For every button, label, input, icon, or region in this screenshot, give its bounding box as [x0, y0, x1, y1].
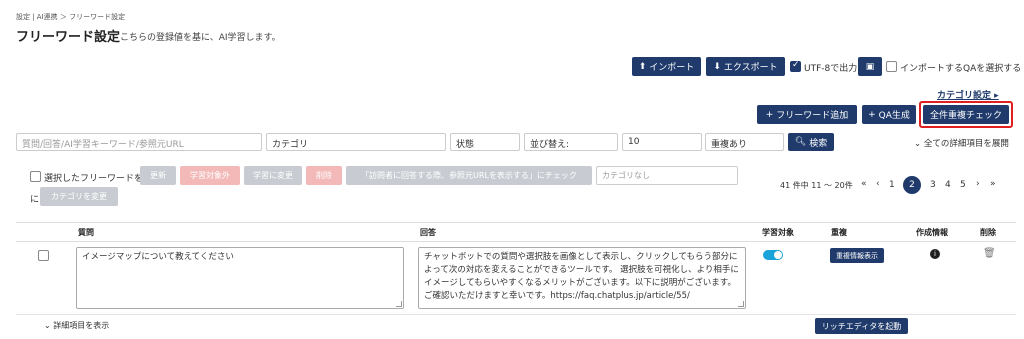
dup-info-button[interactable]: 重複情報表示 — [830, 248, 884, 263]
utf8-checkbox[interactable] — [790, 60, 801, 72]
utf8-label: UTF-8で出力 — [804, 64, 858, 74]
users-button[interactable]: ▣ — [858, 57, 882, 76]
add-freeword-button[interactable]: + フリーワード追加 — [757, 105, 857, 124]
rich-editor-button[interactable]: リッチエディタを起動 — [815, 318, 908, 334]
col-created-header: 作成情報 — [916, 228, 948, 237]
plus-icon: + — [868, 109, 876, 120]
first-page-link[interactable]: « — [861, 179, 867, 189]
change-category-button[interactable]: カテゴリを変更 — [40, 187, 118, 206]
bulk-label: 選択したフリーワードを — [44, 174, 144, 184]
last-page-link[interactable]: » — [990, 179, 996, 189]
resize-handle[interactable] — [738, 301, 744, 307]
next-page-link[interactable]: › — [976, 179, 980, 189]
users-icon: ▣ — [865, 61, 875, 72]
page-link-1[interactable]: 1 — [889, 180, 895, 190]
search-button[interactable]: 🔍︎ 検索 — [788, 133, 834, 151]
category-select[interactable]: カテゴリ — [266, 133, 446, 151]
upload-icon: ⬆ — [638, 61, 647, 72]
col-answer-header: 回答 — [420, 228, 436, 237]
import-button[interactable]: ⬆ インポート — [632, 57, 701, 76]
category-settings-link[interactable]: カテゴリ設定 ▸ — [937, 88, 999, 101]
row-checkbox[interactable] — [38, 250, 49, 261]
trash-icon[interactable]: 🗑︎ — [983, 248, 996, 259]
expand-all-link[interactable]: ⌄ 全ての詳細項目を展開 — [914, 137, 1009, 149]
resize-handle[interactable] — [396, 301, 402, 307]
chevron-double-down-icon: ⌄ — [914, 139, 924, 149]
page-link-3[interactable]: 3 — [930, 180, 936, 190]
search-icon: 🔍︎ — [794, 137, 807, 147]
breadcrumb[interactable]: 設定 | AI連携 ＞ フリーワード設定 — [16, 12, 125, 22]
prev-page-link[interactable]: ‹ — [876, 179, 880, 189]
col-question-header: 質問 — [78, 228, 94, 237]
download-icon: ⬇ — [713, 61, 721, 72]
info-icon[interactable]: i — [930, 249, 940, 259]
col-delete-header: 削除 — [980, 228, 996, 237]
status-select[interactable]: 状態 — [450, 133, 520, 151]
row-divider — [16, 314, 1016, 315]
answer-textarea[interactable]: チャットボットでの質問や選択肢を画像として表示し、クリックしてもらう部分によって… — [418, 247, 746, 309]
sort-select[interactable]: 並び替え: — [524, 133, 618, 151]
pagination-summary: 41 件中 11 〜 20件 — [780, 181, 853, 190]
bulk-select-checkbox[interactable] — [30, 171, 41, 182]
bulk-delete-button[interactable]: 削除 — [306, 166, 342, 185]
page-link-5[interactable]: 5 — [960, 180, 966, 190]
per-page-select[interactable]: 10 — [622, 133, 702, 151]
table-header — [16, 222, 1016, 242]
search-input[interactable]: 質問/回答/AI学習キーワード/参照元URL — [16, 133, 262, 151]
page-link-current[interactable]: 2 — [903, 176, 921, 194]
page-subtitle: こちらの登録値を基に、AI学習します。 — [120, 33, 281, 43]
chevron-double-down-icon: ⌄ — [44, 321, 54, 330]
col-duplicate-header: 重複 — [831, 228, 847, 237]
update-button[interactable]: 更新 — [140, 166, 176, 185]
learning-toggle[interactable] — [763, 250, 783, 260]
page-link-4[interactable]: 4 — [945, 180, 951, 190]
include-learning-button[interactable]: 学習に変更 — [244, 166, 302, 185]
select-import-qa-checkbox[interactable] — [886, 61, 897, 72]
dup-check-button[interactable]: 全件重複チェック — [923, 105, 1009, 124]
qa-generate-button[interactable]: + QA生成 — [862, 105, 916, 124]
bulk-category-select[interactable]: カテゴリなし — [596, 166, 738, 185]
export-button[interactable]: ⬇ エクスポート — [706, 57, 785, 76]
select-import-qa-label: インポートするQAを選択する — [900, 64, 1022, 74]
plus-icon: + — [765, 109, 774, 120]
show-details-link[interactable]: ⌄ 詳細項目を表示 — [44, 320, 109, 331]
question-textarea[interactable]: イメージマップについて教えてください — [76, 247, 404, 309]
page-title: フリーワード設定 — [16, 30, 121, 45]
duplicate-select[interactable]: 重複あり — [705, 133, 784, 151]
exclude-learning-button[interactable]: 学習対象外 — [180, 166, 240, 185]
col-learning-header: 学習対象 — [762, 228, 794, 237]
show-url-check-button[interactable]: 「訪問者に回答する際、参照元URLを表示する」にチェック — [346, 166, 592, 185]
bulk-ni-label: に — [30, 195, 40, 205]
